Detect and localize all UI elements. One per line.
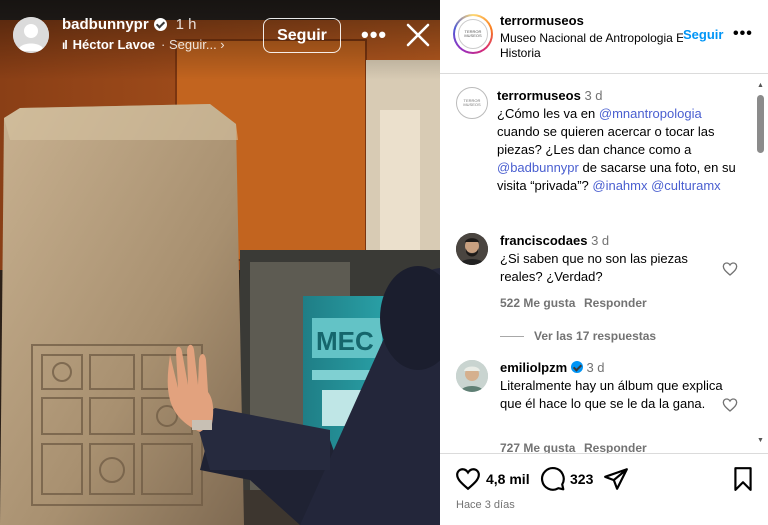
- verified-icon: [153, 18, 167, 31]
- caption-username[interactable]: terrormuseos: [497, 88, 581, 103]
- comments-scrollbar[interactable]: ▲ ▼: [756, 82, 765, 452]
- svg-text:MEC: MEC: [316, 326, 374, 356]
- mention-link[interactable]: @badbunnypr: [497, 160, 579, 175]
- post-location[interactable]: Museo Nacional de Antropologia E Histori…: [500, 31, 690, 61]
- comment: franciscodaes 3 d ¿Si saben que no son l…: [500, 232, 720, 286]
- comments-list: TERROR MUSEOS terrormuseos 3 d ¿Cómo les…: [440, 75, 768, 453]
- scroll-down-arrow-icon[interactable]: ▼: [757, 437, 764, 444]
- scroll-up-arrow-icon[interactable]: ▲: [757, 82, 764, 89]
- share-send-icon[interactable]: [603, 466, 629, 492]
- view-replies-label[interactable]: Ver las 17 respuestas: [534, 329, 656, 343]
- verified-icon: [570, 361, 583, 373]
- more-horizontal-icon[interactable]: •••: [361, 22, 387, 48]
- post-header: TERROR MUSEOS terrormuseos Museo Naciona…: [440, 0, 768, 74]
- comments-count[interactable]: 323: [570, 471, 593, 487]
- terrormuseos-logo-small: TERROR MUSEOS: [463, 98, 481, 107]
- more-options-icon[interactable]: •••: [733, 25, 753, 43]
- post-author-username[interactable]: terrormuseos: [500, 13, 584, 28]
- music-bars-icon: ıl: [62, 37, 68, 52]
- story-username[interactable]: badbunnypr: [62, 16, 149, 33]
- comment-time: 3 d: [591, 233, 610, 248]
- mention-link[interactable]: @inahmx: [592, 178, 647, 193]
- comment-username[interactable]: franciscodaes: [500, 233, 587, 248]
- post-actions-bar: 4,8 mil 323 Hace 3 días: [440, 453, 768, 525]
- bookmark-icon[interactable]: [730, 466, 756, 492]
- story-username-row[interactable]: badbunnypr 1 h: [62, 16, 197, 33]
- user-photo-icon: [456, 233, 488, 265]
- heart-icon[interactable]: [722, 261, 738, 277]
- post-author-avatar[interactable]: TERROR MUSEOS: [453, 14, 493, 54]
- user-photo-icon: [456, 360, 488, 392]
- comment-text: Literalmente hay un álbum que explica qu…: [500, 378, 723, 411]
- story-music-artist[interactable]: Héctor Lavoe: [73, 37, 155, 52]
- follow-button[interactable]: Seguir: [683, 27, 724, 42]
- terrormuseos-logo: TERROR MUSEOS: [458, 19, 488, 49]
- replies-divider: [500, 335, 524, 337]
- caption-avatar[interactable]: TERROR MUSEOS: [456, 87, 488, 119]
- scrollbar-thumb[interactable]: [757, 95, 764, 153]
- caption-time: 3 d: [584, 88, 603, 103]
- comment-bubble-icon[interactable]: [540, 466, 566, 492]
- default-avatar-icon: [13, 17, 49, 53]
- post-date: Hace 3 días: [456, 499, 515, 511]
- view-replies-button[interactable]: Ver las 17 respuestas: [500, 329, 656, 343]
- mention-link[interactable]: @culturamx: [651, 178, 721, 193]
- caption-text-2: cuando se quieren acercar o tocar las pi…: [497, 124, 715, 157]
- story-time: 1 h: [175, 16, 197, 33]
- caption-text-1: ¿Cómo les va en: [497, 106, 599, 121]
- post-panel: TERROR MUSEOS terrormuseos Museo Naciona…: [440, 0, 768, 525]
- comment-likes[interactable]: 727 Me gusta: [500, 441, 575, 453]
- comment-avatar[interactable]: [456, 233, 488, 265]
- likes-count[interactable]: 4,8 mil: [486, 471, 530, 487]
- story-follow-button[interactable]: Seguir: [263, 18, 341, 53]
- heart-icon[interactable]: [722, 397, 738, 413]
- reply-button[interactable]: Responder: [584, 441, 647, 453]
- reply-button[interactable]: Responder: [584, 296, 647, 310]
- story-avatar[interactable]: [13, 17, 49, 53]
- comment-time: 3 d: [586, 360, 605, 375]
- comment: emiliolpzm 3 d Literalmente hay un álbum…: [500, 359, 724, 413]
- story-music-row[interactable]: ıl Héctor Lavoe · Seguir... ›: [62, 37, 225, 52]
- close-icon[interactable]: [404, 21, 432, 49]
- like-heart-icon[interactable]: [455, 466, 481, 492]
- comment-text: ¿Si saben que no son las piezas reales? …: [500, 251, 688, 284]
- comment-username[interactable]: emiliolpzm: [500, 360, 567, 375]
- caption: terrormuseos 3 d ¿Cómo les va en @mnantr…: [497, 87, 737, 195]
- comment-avatar[interactable]: [456, 360, 488, 392]
- story-music-follow[interactable]: · Seguir... ›: [161, 37, 225, 52]
- comment-likes[interactable]: 522 Me gusta: [500, 296, 575, 310]
- mention-link[interactable]: @mnantropologia: [599, 106, 702, 121]
- story-media[interactable]: MEC badbunnypr 1 h ıl Héctor Lavoe · Seg…: [0, 0, 440, 525]
